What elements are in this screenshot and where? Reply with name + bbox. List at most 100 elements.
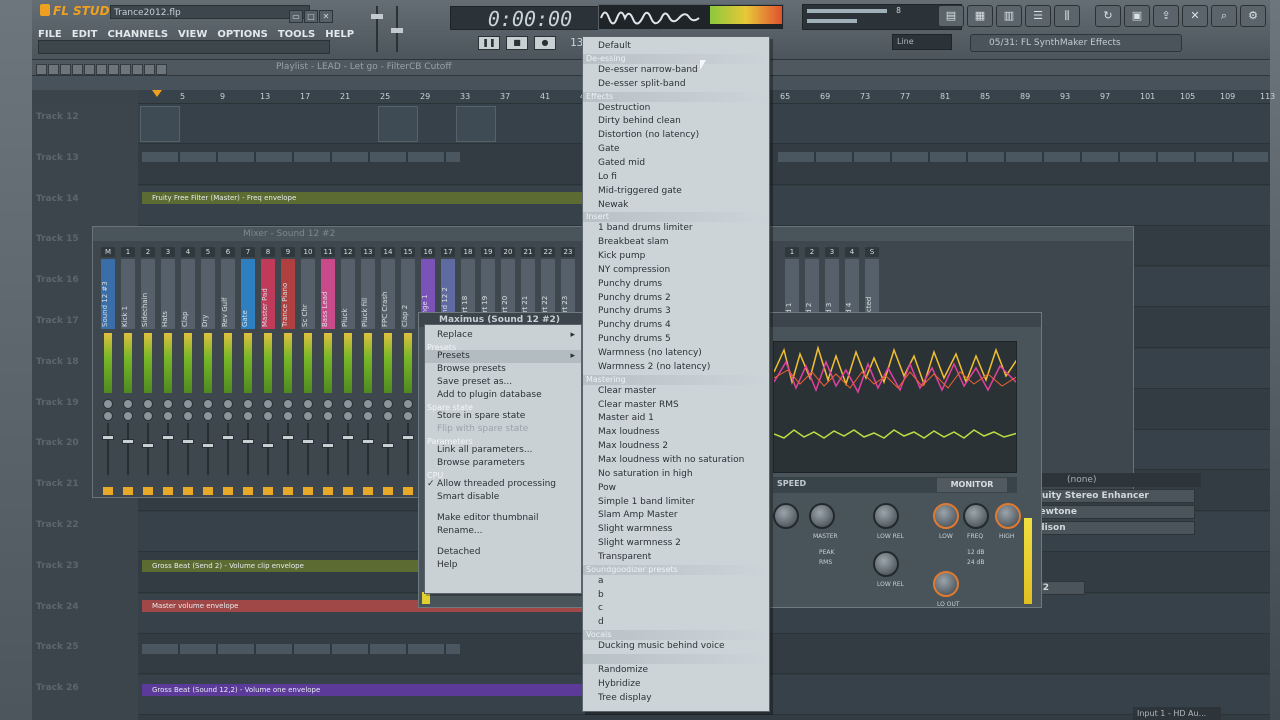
stereo-knob[interactable] bbox=[383, 411, 393, 421]
route-led[interactable] bbox=[343, 487, 353, 495]
master-gain-knob[interactable] bbox=[809, 503, 835, 529]
pan-knob[interactable] bbox=[343, 399, 353, 409]
preset-item[interactable]: De-esser split-band bbox=[583, 78, 769, 91]
route-led[interactable] bbox=[363, 487, 373, 495]
stereo-knob[interactable] bbox=[263, 411, 273, 421]
preset-item[interactable]: Default bbox=[583, 40, 769, 53]
stereo-knob[interactable] bbox=[303, 411, 313, 421]
tools-icon[interactable]: ✕ bbox=[1182, 5, 1208, 27]
volume-fader[interactable] bbox=[202, 443, 214, 448]
fx-slot-newtone[interactable]: Newtone bbox=[1025, 505, 1195, 519]
fx-slot-empty[interactable]: (none) bbox=[1021, 473, 1201, 487]
menu-channels[interactable]: CHANNELS bbox=[107, 29, 168, 40]
pan-knob[interactable] bbox=[383, 399, 393, 409]
pause-button[interactable]: ❚❚ bbox=[478, 36, 500, 50]
volume-fader[interactable] bbox=[102, 435, 114, 440]
preset-item[interactable]: Max loudness bbox=[583, 426, 769, 439]
piano-roll-icon[interactable]: ▥ bbox=[996, 5, 1022, 27]
playback-tool-icon[interactable] bbox=[156, 64, 167, 75]
volume-fader[interactable] bbox=[402, 435, 414, 440]
menu-item-browse-presets[interactable]: Browse presets bbox=[425, 363, 581, 376]
pan-knob[interactable] bbox=[263, 399, 273, 409]
step-sequencer-icon[interactable]: ▦ bbox=[967, 5, 993, 27]
menu-item-store-in-spare-state[interactable]: Store in spare state bbox=[425, 410, 581, 423]
volume-fader[interactable] bbox=[382, 443, 394, 448]
stereo-knob[interactable] bbox=[123, 411, 133, 421]
refresh-icon[interactable]: ↻ bbox=[1095, 5, 1121, 27]
volume-fader[interactable] bbox=[142, 443, 154, 448]
menu-item-smart-disable[interactable]: Smart disable bbox=[425, 491, 581, 504]
route-led[interactable] bbox=[203, 487, 213, 495]
preset-item[interactable]: Max loudness with no saturation bbox=[583, 454, 769, 467]
mixer-strip[interactable]: 1 Kick 1 bbox=[119, 245, 137, 495]
volume-fader[interactable] bbox=[282, 435, 294, 440]
preset-item[interactable]: Slam Amp Master bbox=[583, 509, 769, 522]
mixer-strip[interactable]: 14 FPC Crash bbox=[379, 245, 397, 495]
snap-select[interactable]: Line bbox=[892, 34, 952, 50]
pan-knob[interactable] bbox=[123, 399, 133, 409]
preset-item[interactable]: Kick pump bbox=[583, 250, 769, 263]
mixer-strip[interactable]: 3 Hats bbox=[159, 245, 177, 495]
preset-item[interactable]: 1 band drums limiter bbox=[583, 222, 769, 235]
delete-tool-icon[interactable] bbox=[84, 64, 95, 75]
menu-item-help[interactable]: Help bbox=[425, 559, 581, 572]
low-band-knob[interactable] bbox=[933, 503, 959, 529]
fx-slot-edison[interactable]: Edison bbox=[1025, 521, 1195, 535]
preset-item[interactable]: Punchy drums 3 bbox=[583, 305, 769, 318]
strip-name[interactable]: Kick 1 bbox=[121, 259, 135, 329]
draw-tool-icon[interactable] bbox=[60, 64, 71, 75]
pan-knob[interactable] bbox=[283, 399, 293, 409]
slip-tool-icon[interactable] bbox=[108, 64, 119, 75]
low-release-knob-2[interactable] bbox=[873, 551, 899, 577]
preset-item[interactable]: Punchy drums bbox=[583, 278, 769, 291]
pan-knob[interactable] bbox=[323, 399, 333, 409]
menu-edit[interactable]: EDIT bbox=[72, 29, 98, 40]
stereo-knob[interactable] bbox=[363, 411, 373, 421]
preset-item[interactable]: c bbox=[583, 602, 769, 615]
playlist-icon[interactable]: ▤ bbox=[938, 5, 964, 27]
preset-item[interactable]: Warmness (no latency) bbox=[583, 347, 769, 360]
record-button[interactable]: ● bbox=[534, 36, 556, 50]
volume-fader[interactable] bbox=[322, 443, 334, 448]
stop-button[interactable]: ■ bbox=[506, 36, 528, 50]
mixer-strip[interactable]: 5 Dry bbox=[199, 245, 217, 495]
stereo-knob[interactable] bbox=[163, 411, 173, 421]
audio-clip[interactable] bbox=[378, 106, 418, 142]
route-led[interactable] bbox=[143, 487, 153, 495]
preset-item[interactable]: Punchy drums 5 bbox=[583, 333, 769, 346]
volume-fader[interactable] bbox=[302, 439, 314, 444]
strip-name[interactable]: Rev Gulf bbox=[221, 259, 235, 329]
mixer-strip[interactable]: 7 Gate bbox=[239, 245, 257, 495]
freq-knob[interactable] bbox=[963, 503, 989, 529]
mixer-strip[interactable]: 12 Pluck bbox=[339, 245, 357, 495]
preset-item[interactable]: Ducking music behind voice bbox=[583, 640, 769, 653]
stereo-knob[interactable] bbox=[143, 411, 153, 421]
menu-item-save-preset-as[interactable]: Save preset as... bbox=[425, 376, 581, 389]
menu-item-add-to-plugin-database[interactable]: Add to plugin database bbox=[425, 389, 581, 402]
fx-slot-stereo-enhancer[interactable]: Fruity Stereo Enhancer bbox=[1025, 489, 1195, 503]
preset-item[interactable]: De-esser narrow-band bbox=[583, 64, 769, 77]
strip-name[interactable]: Sc Chr bbox=[301, 259, 315, 329]
route-led[interactable] bbox=[303, 487, 313, 495]
volume-fader[interactable] bbox=[262, 443, 274, 448]
mixer-strip[interactable]: 13 Pluck fill bbox=[359, 245, 377, 495]
volume-fader[interactable] bbox=[362, 439, 374, 444]
slice-tool-icon[interactable] bbox=[120, 64, 131, 75]
pattern-clip-row[interactable] bbox=[778, 152, 1268, 162]
select-tool-icon[interactable] bbox=[132, 64, 143, 75]
preset-item[interactable]: Slight warmness bbox=[583, 523, 769, 536]
mixer-strip[interactable]: 15 Clap 2 bbox=[399, 245, 417, 495]
preset-item[interactable]: Slight warmness 2 bbox=[583, 537, 769, 550]
preset-item[interactable]: Transparent bbox=[583, 551, 769, 564]
route-led[interactable] bbox=[403, 487, 413, 495]
pattern-clip-row[interactable] bbox=[142, 644, 460, 654]
stereo-knob[interactable] bbox=[203, 411, 213, 421]
export-icon[interactable]: ⇪ bbox=[1153, 5, 1179, 27]
automation-clip-gross-beat-2[interactable]: Gross Beat (Sound 12,2) - Volume one env… bbox=[142, 684, 582, 696]
strip-name[interactable]: Hats bbox=[161, 259, 175, 329]
master-volume-slider[interactable] bbox=[371, 14, 383, 19]
menu-item-link-all-parameters[interactable]: Link all parameters... bbox=[425, 444, 581, 457]
menu-help[interactable]: HELP bbox=[325, 29, 354, 40]
volume-fader[interactable] bbox=[242, 439, 254, 444]
menu-item-allow-threaded-processing[interactable]: ✓ Allow threaded processing bbox=[425, 478, 581, 491]
